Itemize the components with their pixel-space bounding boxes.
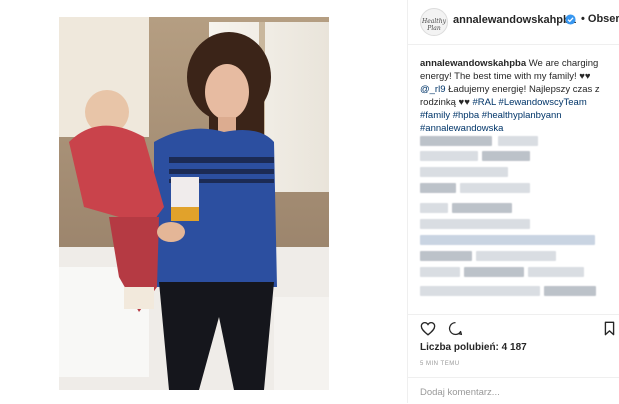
caption-username-link[interactable]: annalewandowskahpba bbox=[420, 58, 526, 69]
blurred-comment bbox=[420, 219, 530, 229]
hashtag-link[interactable]: #annalewandowska bbox=[420, 123, 503, 134]
caption-mention-link[interactable]: @_rl9 bbox=[420, 84, 446, 95]
blurred-comment bbox=[460, 183, 530, 193]
post-side-panel: Healthy Plan annalewandowskahpba • Obser… bbox=[407, 0, 619, 403]
blurred-comment bbox=[420, 151, 478, 161]
instagram-post: Healthy Plan annalewandowskahpba • Obser… bbox=[0, 0, 619, 403]
blurred-comment bbox=[464, 267, 524, 277]
comment-icon[interactable] bbox=[448, 321, 463, 336]
heart-icon[interactable] bbox=[420, 321, 436, 336]
post-photo-image bbox=[59, 17, 329, 390]
post-timestamp[interactable]: 5 MIN TEMU bbox=[420, 361, 460, 367]
hashtag-link[interactable]: #healthyplanbyann bbox=[482, 110, 562, 121]
blurred-comment bbox=[420, 167, 508, 177]
hashtag-link[interactable]: #hpba bbox=[453, 110, 479, 121]
blurred-comment bbox=[482, 151, 530, 161]
post-caption: annalewandowskahpba We are charging ener… bbox=[420, 57, 616, 135]
blurred-comment bbox=[528, 267, 584, 277]
post-header: Healthy Plan annalewandowskahpba • Obser… bbox=[408, 0, 619, 45]
avatar-logo-text: Healthy Plan bbox=[422, 18, 446, 32]
bookmark-icon[interactable] bbox=[604, 321, 615, 336]
blurred-comment bbox=[420, 183, 456, 193]
hashtag-link[interactable]: #LewandowscyTeam bbox=[499, 97, 587, 108]
blurred-comment bbox=[420, 235, 595, 245]
blurred-comment bbox=[420, 203, 448, 213]
blurred-comment bbox=[544, 286, 596, 296]
follow-button[interactable]: • Obserwuj bbox=[581, 13, 619, 25]
verified-icon bbox=[565, 14, 576, 25]
avatar[interactable]: Healthy Plan bbox=[420, 8, 448, 36]
comment-input-bar: Dodaj komentarz... bbox=[408, 377, 619, 404]
blurred-comment bbox=[452, 203, 512, 213]
header-username-link[interactable]: annalewandowskahpba bbox=[453, 14, 576, 26]
blurred-comments-area bbox=[420, 136, 610, 304]
blurred-comment bbox=[498, 136, 538, 146]
blurred-comment bbox=[476, 251, 556, 261]
comment-input[interactable]: Dodaj komentarz... bbox=[420, 387, 500, 398]
blurred-comment bbox=[420, 267, 460, 277]
hashtag-link[interactable]: #RAL bbox=[472, 97, 495, 108]
hashtag-link[interactable]: #family bbox=[420, 110, 450, 121]
post-photo[interactable] bbox=[59, 17, 329, 390]
blurred-comment bbox=[420, 286, 540, 296]
post-actions-bar bbox=[408, 314, 619, 339]
likes-count[interactable]: Liczba polubień: 4 187 bbox=[420, 342, 527, 353]
blurred-comment bbox=[420, 251, 472, 261]
blurred-comment bbox=[420, 136, 492, 146]
